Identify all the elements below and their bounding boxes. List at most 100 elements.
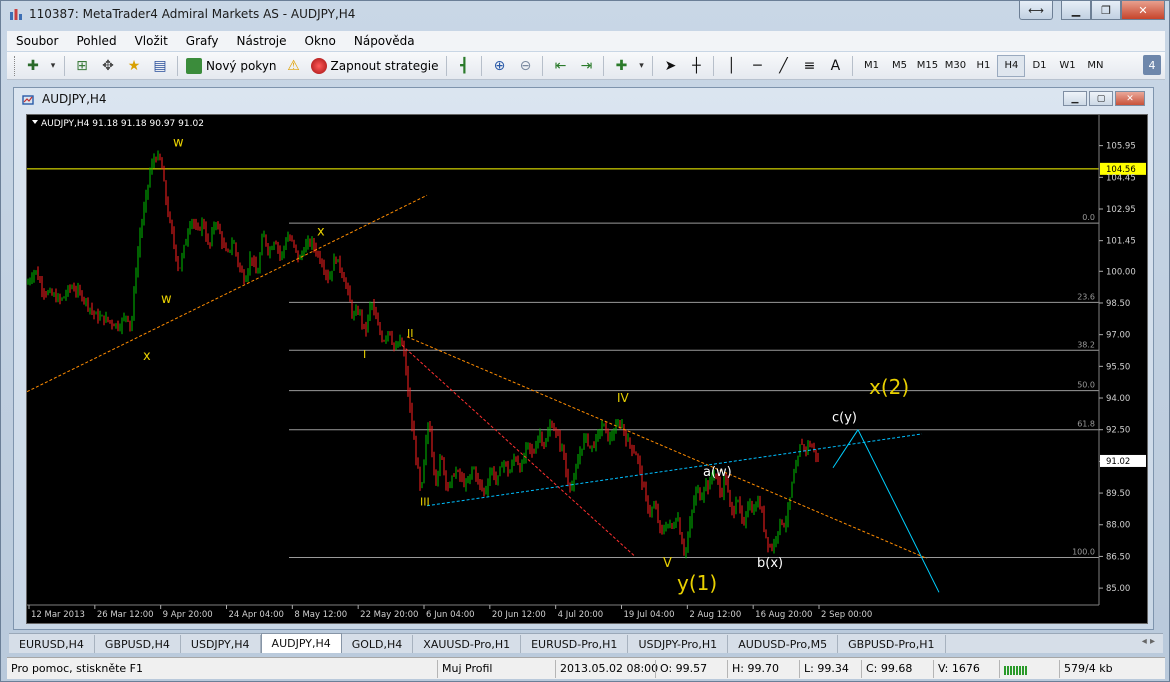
new-order-label: Nový pokyn [206, 58, 277, 73]
fib-level-label: 50.0 [1077, 381, 1095, 390]
channel-icon[interactable]: ≡ [798, 55, 820, 77]
warning-icon[interactable]: ⚠ [283, 55, 305, 77]
wave-label: III [420, 496, 430, 509]
horizontal-line-layer[interactable]: 104.56 [27, 162, 1146, 175]
tab-audusd-pro-m5[interactable]: AUDUSD-Pro,M5 [728, 635, 839, 653]
new-chart-icon[interactable]: ✚ [22, 55, 44, 77]
tab-xauusd-pro-h1[interactable]: XAUUSD-Pro,H1 [413, 635, 522, 653]
connection-bars-icon[interactable] [999, 659, 1059, 678]
status-high: H: 99.70 [727, 659, 799, 678]
wave-label: IV [617, 391, 630, 405]
status-datetime: 2013.05.02 08:00 [555, 659, 658, 678]
menu-soubor[interactable]: Soubor [7, 34, 67, 48]
wave-label: w [161, 292, 172, 307]
cursor-icon[interactable]: ➤ [659, 55, 681, 77]
menu-nastroje[interactable]: Nástroje [228, 34, 296, 48]
tab-eurusd-h4[interactable]: EURUSD,H4 [9, 635, 95, 653]
navigator-icon[interactable]: ✥ [97, 55, 119, 77]
support-line-x[interactable] [27, 194, 428, 393]
tab-eurusd-pro-h1[interactable]: EURUSD-Pro,H1 [521, 635, 629, 653]
menu-napoveda[interactable]: Nápověda [345, 34, 424, 48]
tab-gbpusd-pro-h1[interactable]: GBPUSD-Pro,H1 [838, 635, 946, 653]
time-axis[interactable]: 12 Mar 2013 26 Mar 12:00 9 Apr 20:00 24 Apr… [27, 604, 1099, 620]
wave-label: b(x) [757, 556, 783, 571]
wave-label: c(y) [832, 410, 857, 425]
price-tick-label: 85.00 [1106, 584, 1130, 594]
status-traffic: 579/4 kb [1059, 659, 1119, 678]
price-tick-label: 88.00 [1106, 521, 1130, 531]
timeframe-h4[interactable]: H4 [997, 54, 1026, 77]
close-button[interactable]: ✕ [1121, 1, 1165, 20]
wave-label: y(1) [677, 571, 717, 595]
price-tick-label: 105.95 [1106, 142, 1136, 152]
menu-grafy[interactable]: Grafy [177, 34, 228, 48]
toolbar-separator [652, 55, 654, 76]
start-strategy-button[interactable]: Zapnout strategie [307, 55, 443, 77]
bar-chart-icon[interactable]: ┫ [453, 55, 475, 77]
dropdown-arrow-icon[interactable]: ▾ [636, 55, 646, 77]
trendline-layer[interactable] [27, 194, 940, 593]
horizontal-line-icon[interactable]: ─ [746, 55, 768, 77]
chart-maximize-button[interactable]: ▢ [1089, 91, 1113, 106]
dropdown-arrow-icon[interactable]: ▾ [48, 55, 58, 77]
indicators-icon[interactable]: ✚ [610, 55, 632, 77]
timeframe-h1[interactable]: H1 [969, 55, 997, 77]
terminal-icon[interactable]: ▤ [149, 55, 171, 77]
wave-label-layer: wwxxIIIIIIIVVy(1)a(w)b(x)c(y)x(2) [143, 136, 909, 596]
timeframe-mn[interactable]: MN [1081, 55, 1109, 77]
favorites-star-icon[interactable]: ★ [123, 55, 145, 77]
wave-label: x [317, 224, 325, 239]
price-axis[interactable]: 105.95 104.45 102.95 101.45 100.00 98.50 97.00… [1098, 115, 1146, 605]
crosshair-icon[interactable]: ┼ [685, 55, 707, 77]
menu-pohled[interactable]: Pohled [67, 34, 125, 48]
chart-window-icon [22, 95, 34, 105]
help-badge[interactable]: 4 [1143, 55, 1161, 75]
price-chart[interactable]: 0.023.638.250.061.8100.0 104.56 wwxxIIII… [27, 115, 1147, 623]
timeframe-d1[interactable]: D1 [1025, 55, 1053, 77]
chart-close-button[interactable]: ✕ [1115, 91, 1145, 106]
tab-usdjpy-h4[interactable]: USDJPY,H4 [181, 635, 261, 653]
timeframe-m1[interactable]: M1 [857, 55, 885, 77]
tab-gold-h4[interactable]: GOLD,H4 [342, 635, 414, 653]
restore-icon[interactable]: ⟷ [1019, 1, 1053, 20]
resistance-line[interactable] [406, 336, 928, 559]
text-tool-icon[interactable]: A [824, 55, 846, 77]
auto-scroll-icon[interactable]: ⇤ [549, 55, 571, 77]
status-help: Pro pomoc, stiskněte F1 [11, 662, 143, 675]
symbol-dropdown-icon[interactable] [32, 120, 38, 124]
chart-window: AUDJPY,H4 ▁ ▢ ✕ 0.0 23.6 38.2 50.0 61.8 100.0… [13, 87, 1154, 630]
status-profile[interactable]: Muj Profil [437, 659, 555, 678]
vertical-line-icon[interactable]: │ [720, 55, 742, 77]
time-tick-label: 20 Jun 12:00 [492, 610, 546, 620]
trendline-icon[interactable]: ╱ [772, 55, 794, 77]
zoom-out-icon[interactable]: ⊖ [514, 55, 536, 77]
projection-down[interactable] [857, 429, 940, 593]
chart-area[interactable]: 0.0 23.6 38.2 50.0 61.8 100.0 104.56 w w x x I II I… [26, 114, 1148, 624]
new-order-button[interactable]: Nový pokyn [182, 55, 281, 77]
time-tick-label: 9 Apr 20:00 [163, 610, 213, 620]
tab-audjpy-h4[interactable]: AUDJPY,H4 [260, 633, 342, 653]
price-tick-label: 98.50 [1106, 299, 1130, 309]
wave-ii-decline[interactable] [401, 344, 636, 557]
chart-minimize-button[interactable]: ▁ [1063, 91, 1087, 106]
menu-okno[interactable]: Okno [296, 34, 345, 48]
timeframe-m30[interactable]: M30 [941, 55, 969, 77]
timeframe-w1[interactable]: W1 [1053, 55, 1081, 77]
zoom-in-icon[interactable]: ⊕ [488, 55, 510, 77]
maximize-button[interactable]: ❐ [1091, 1, 1121, 20]
fib-level-label: 23.6 [1077, 292, 1095, 301]
time-tick-label: 6 Jun 04:00 [426, 610, 475, 620]
menu-vlozit[interactable]: Vložit [126, 34, 177, 48]
chart-window-controls: ▁ ▢ ✕ [1061, 91, 1145, 106]
timeframe-m5[interactable]: M5 [885, 55, 913, 77]
start-strategy-label: Zapnout strategie [330, 58, 439, 73]
minimize-button[interactable]: ▁ [1061, 1, 1091, 20]
tab-gbpusd-h4[interactable]: GBPUSD,H4 [95, 635, 181, 653]
tab-scroll-icon[interactable]: ◂ ▸ [1142, 636, 1155, 647]
timeframe-m15[interactable]: M15 [913, 55, 941, 77]
market-watch-icon[interactable]: ⊞ [71, 55, 93, 77]
time-tick-label: 26 Mar 12:00 [97, 610, 154, 620]
projection-up[interactable] [832, 429, 859, 468]
chart-shift-icon[interactable]: ⇥ [575, 55, 597, 77]
tab-usdjpy-pro-h1[interactable]: USDJPY-Pro,H1 [628, 635, 729, 653]
